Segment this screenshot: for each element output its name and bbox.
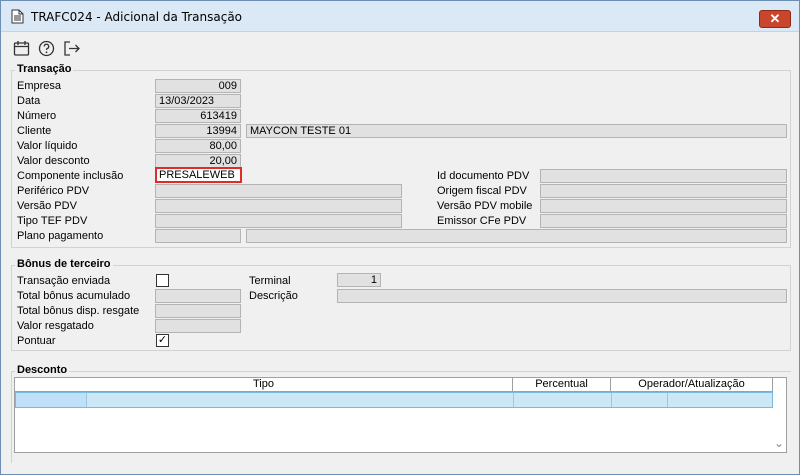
table-cell[interactable] xyxy=(612,393,668,407)
col-header-tipo[interactable]: Tipo xyxy=(15,378,513,392)
title-bar: TRAFC024 - Adicional da Transação ✕ xyxy=(1,1,799,32)
enviada-checkbox[interactable] xyxy=(156,274,169,287)
transacao-title: Transação xyxy=(15,63,74,75)
col-header-percentual[interactable]: Percentual xyxy=(513,378,611,392)
acumulado-field[interactable] xyxy=(155,289,241,303)
origem-fiscal-label: Origem fiscal PDV xyxy=(437,185,527,197)
id-documento-label: Id documento PDV xyxy=(437,170,530,182)
table-cell[interactable] xyxy=(87,393,514,407)
componente-field[interactable]: PRESALEWEB xyxy=(155,167,242,183)
document-icon xyxy=(11,9,24,24)
disp-field[interactable] xyxy=(155,304,241,318)
descricao-label: Descrição xyxy=(249,290,298,302)
table-cell[interactable] xyxy=(668,393,772,407)
numero-field[interactable]: 613419 xyxy=(155,109,241,123)
valor-desconto-field[interactable]: 20,00 xyxy=(155,154,241,168)
tipo-tef-label: Tipo TEF PDV xyxy=(17,215,88,227)
pontuar-checkbox[interactable]: ✓ xyxy=(156,334,169,347)
emissor-label: Emissor CFe PDV xyxy=(437,215,527,227)
origem-fiscal-field[interactable] xyxy=(540,184,787,198)
plano-label: Plano pagamento xyxy=(17,230,104,242)
pontuar-label: Pontuar xyxy=(17,335,56,347)
table-cell[interactable] xyxy=(16,393,87,407)
versao-mobile-label: Versão PDV mobile xyxy=(437,200,533,212)
window-title: TRAFC024 - Adicional da Transação xyxy=(31,10,243,24)
tipo-tef-field[interactable] xyxy=(155,214,402,228)
close-button[interactable]: ✕ xyxy=(759,10,791,28)
table-row[interactable] xyxy=(15,392,773,408)
valor-liquido-field[interactable]: 80,00 xyxy=(155,139,241,153)
versao-field[interactable] xyxy=(155,199,402,213)
resgatado-field[interactable] xyxy=(155,319,241,333)
plano-codigo-field[interactable] xyxy=(155,229,241,243)
numero-label: Número xyxy=(17,110,57,122)
empresa-label: Empresa xyxy=(17,80,62,92)
data-label: Data xyxy=(17,95,41,107)
periferico-label: Periférico PDV xyxy=(17,185,90,197)
descricao-field[interactable] xyxy=(337,289,787,303)
periferico-field[interactable] xyxy=(155,184,402,198)
exit-icon[interactable] xyxy=(63,40,80,57)
col-header-operador[interactable]: Operador/Atualização xyxy=(611,378,773,392)
valor-liquido-label: Valor líquido xyxy=(17,140,78,152)
window: TRAFC024 - Adicional da Transação ✕ Tran… xyxy=(0,0,800,475)
data-field[interactable]: 13/03/2023 xyxy=(155,94,241,108)
bonus-title: Bônus de terceiro xyxy=(15,258,113,270)
table-cell[interactable] xyxy=(514,393,612,407)
valor-desconto-label: Valor desconto xyxy=(17,155,90,167)
plano-desc-field[interactable] xyxy=(246,229,787,243)
acumulado-label: Total bônus acumulado xyxy=(17,290,131,302)
cliente-codigo-field[interactable]: 13994 xyxy=(155,124,241,138)
calendar-icon[interactable] xyxy=(13,40,30,57)
versao-mobile-field[interactable] xyxy=(540,199,787,213)
versao-label: Versão PDV xyxy=(17,200,77,212)
cliente-nome-field[interactable]: MAYCON TESTE 01 xyxy=(246,124,787,138)
enviada-label: Transação enviada xyxy=(17,275,111,287)
resgatado-label: Valor resgatado xyxy=(17,320,94,332)
componente-label: Componente inclusão xyxy=(17,170,124,182)
desconto-title: Desconto xyxy=(15,364,70,376)
disp-label: Total bônus disp. resgate xyxy=(17,305,140,317)
empresa-field[interactable]: 009 xyxy=(155,79,241,93)
help-icon[interactable] xyxy=(38,40,55,57)
id-documento-field[interactable] xyxy=(540,169,787,183)
terminal-label: Terminal xyxy=(249,275,291,287)
cliente-label: Cliente xyxy=(17,125,52,137)
desconto-table[interactable]: Tipo Percentual Operador/Atualização ⌄ xyxy=(14,377,787,453)
checkmark-icon: ✓ xyxy=(157,334,168,346)
scroll-down-icon[interactable]: ⌄ xyxy=(774,436,784,450)
emissor-field[interactable] xyxy=(540,214,787,228)
terminal-field[interactable]: 1 xyxy=(337,273,381,287)
